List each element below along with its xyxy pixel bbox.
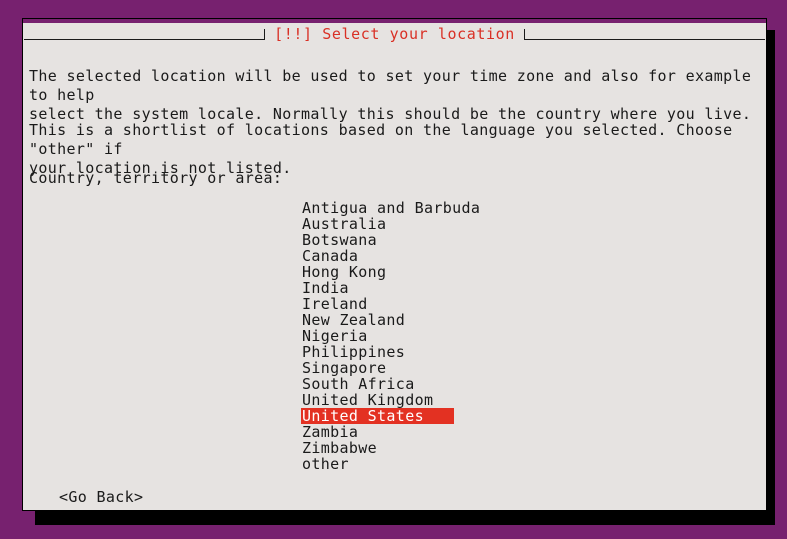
select-location-dialog: [!!] Select your location The selected l… xyxy=(22,18,767,511)
country-list-item[interactable]: Ireland xyxy=(301,296,501,312)
country-list-item[interactable]: Botswana xyxy=(301,232,501,248)
country-list-item[interactable]: Antigua and Barbuda xyxy=(301,200,501,216)
country-list-item[interactable]: Hong Kong xyxy=(301,264,501,280)
title-rule-right xyxy=(523,28,765,40)
country-field-label: Country, territory or area: xyxy=(29,169,283,187)
country-list-item[interactable]: Zimbabwe xyxy=(301,440,501,456)
intro-paragraph: The selected location will be used to se… xyxy=(29,67,752,123)
country-list[interactable]: Antigua and Barbuda Australia Botswana Cana… xyxy=(301,200,501,472)
country-list-item[interactable]: Singapore xyxy=(301,360,501,376)
dialog-body: The selected location will be used to se… xyxy=(23,45,766,510)
country-list-item[interactable]: other xyxy=(301,456,501,472)
title-rule-left xyxy=(24,28,266,40)
country-list-item[interactable]: New Zealand xyxy=(301,312,501,328)
dialog-titlebar: [!!] Select your location xyxy=(23,23,766,45)
go-back-button[interactable]: <Go Back> xyxy=(59,488,143,506)
country-list-item[interactable]: South Africa xyxy=(301,376,501,392)
installer-screen: [!!] Select your location The selected l… xyxy=(0,0,787,539)
country-list-item[interactable]: United Kingdom xyxy=(301,392,501,408)
country-list-item[interactable]: Australia xyxy=(301,216,501,232)
country-list-item[interactable]: Philippines xyxy=(301,344,501,360)
country-list-item[interactable]: Zambia xyxy=(301,424,501,440)
country-list-item-selected[interactable]: United States xyxy=(301,408,454,424)
country-list-item[interactable]: Nigeria xyxy=(301,328,501,344)
dialog-title: [!!] Select your location xyxy=(274,25,515,43)
country-list-item[interactable]: India xyxy=(301,280,501,296)
country-list-item[interactable]: Canada xyxy=(301,248,501,264)
